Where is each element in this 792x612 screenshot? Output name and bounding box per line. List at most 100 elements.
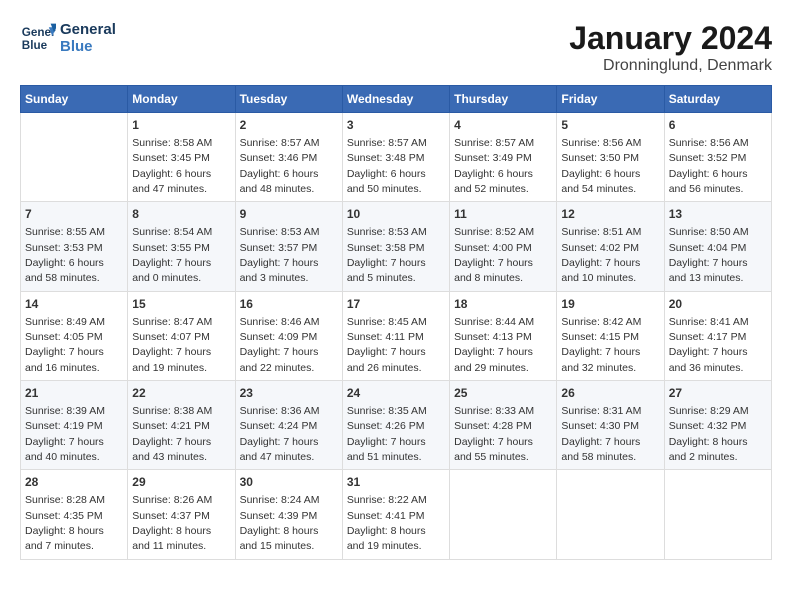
calendar-cell: 31 Sunrise: 8:22 AM Sunset: 4:41 PM Dayl… bbox=[342, 470, 449, 559]
daylight-info: Daylight: 7 hours and 51 minutes. bbox=[347, 436, 426, 463]
sunrise-info: Sunrise: 8:42 AM bbox=[561, 316, 641, 328]
calendar-body: 1 Sunrise: 8:58 AM Sunset: 3:45 PM Dayli… bbox=[21, 113, 772, 560]
sunrise-info: Sunrise: 8:56 AM bbox=[669, 137, 749, 149]
sunset-info: Sunset: 4:37 PM bbox=[132, 510, 210, 522]
col-monday: Monday bbox=[128, 86, 235, 113]
daylight-info: Daylight: 6 hours and 58 minutes. bbox=[25, 257, 104, 284]
page-subtitle: Dronninglund, Denmark bbox=[569, 57, 772, 75]
calendar-header: Sunday Monday Tuesday Wednesday Thursday… bbox=[21, 86, 772, 113]
sunrise-info: Sunrise: 8:45 AM bbox=[347, 316, 427, 328]
sunrise-info: Sunrise: 8:46 AM bbox=[240, 316, 320, 328]
sunset-info: Sunset: 3:52 PM bbox=[669, 152, 747, 164]
daylight-info: Daylight: 7 hours and 29 minutes. bbox=[454, 346, 533, 373]
sunrise-info: Sunrise: 8:29 AM bbox=[669, 405, 749, 417]
page-header: General Blue General Blue January 2024 D… bbox=[20, 20, 772, 75]
daylight-info: Daylight: 7 hours and 22 minutes. bbox=[240, 346, 319, 373]
daylight-info: Daylight: 8 hours and 2 minutes. bbox=[669, 436, 748, 463]
daylight-info: Daylight: 7 hours and 16 minutes. bbox=[25, 346, 104, 373]
day-number: 11 bbox=[454, 206, 552, 223]
daylight-info: Daylight: 8 hours and 11 minutes. bbox=[132, 525, 211, 552]
calendar-cell: 4 Sunrise: 8:57 AM Sunset: 3:49 PM Dayli… bbox=[450, 113, 557, 202]
sunrise-info: Sunrise: 8:35 AM bbox=[347, 405, 427, 417]
daylight-info: Daylight: 7 hours and 26 minutes. bbox=[347, 346, 426, 373]
sunrise-info: Sunrise: 8:53 AM bbox=[347, 226, 427, 238]
calendar-week-row: 7 Sunrise: 8:55 AM Sunset: 3:53 PM Dayli… bbox=[21, 202, 772, 291]
day-number: 5 bbox=[561, 117, 659, 134]
calendar-cell bbox=[664, 470, 771, 559]
daylight-info: Daylight: 7 hours and 3 minutes. bbox=[240, 257, 319, 284]
svg-text:Blue: Blue bbox=[22, 39, 48, 52]
calendar-cell: 29 Sunrise: 8:26 AM Sunset: 4:37 PM Dayl… bbox=[128, 470, 235, 559]
sunset-info: Sunset: 3:48 PM bbox=[347, 152, 425, 164]
day-number: 4 bbox=[454, 117, 552, 134]
day-number: 16 bbox=[240, 296, 338, 313]
daylight-info: Daylight: 6 hours and 47 minutes. bbox=[132, 168, 211, 195]
sunset-info: Sunset: 3:46 PM bbox=[240, 152, 318, 164]
day-number: 7 bbox=[25, 206, 123, 223]
col-wednesday: Wednesday bbox=[342, 86, 449, 113]
daylight-info: Daylight: 7 hours and 43 minutes. bbox=[132, 436, 211, 463]
sunset-info: Sunset: 4:17 PM bbox=[669, 331, 747, 343]
daylight-info: Daylight: 7 hours and 40 minutes. bbox=[25, 436, 104, 463]
day-number: 1 bbox=[132, 117, 230, 134]
day-number: 12 bbox=[561, 206, 659, 223]
logo-text-line1: General bbox=[60, 21, 116, 38]
sunset-info: Sunset: 3:55 PM bbox=[132, 242, 210, 254]
title-block: January 2024 Dronninglund, Denmark bbox=[569, 20, 772, 75]
calendar-cell: 13 Sunrise: 8:50 AM Sunset: 4:04 PM Dayl… bbox=[664, 202, 771, 291]
calendar-cell: 27 Sunrise: 8:29 AM Sunset: 4:32 PM Dayl… bbox=[664, 381, 771, 470]
daylight-info: Daylight: 7 hours and 58 minutes. bbox=[561, 436, 640, 463]
calendar-cell: 5 Sunrise: 8:56 AM Sunset: 3:50 PM Dayli… bbox=[557, 113, 664, 202]
daylight-info: Daylight: 8 hours and 19 minutes. bbox=[347, 525, 426, 552]
daylight-info: Daylight: 6 hours and 50 minutes. bbox=[347, 168, 426, 195]
sunrise-info: Sunrise: 8:31 AM bbox=[561, 405, 641, 417]
day-number: 28 bbox=[25, 474, 123, 491]
day-number: 13 bbox=[669, 206, 767, 223]
day-number: 10 bbox=[347, 206, 445, 223]
sunrise-info: Sunrise: 8:28 AM bbox=[25, 494, 105, 506]
calendar-cell: 17 Sunrise: 8:45 AM Sunset: 4:11 PM Dayl… bbox=[342, 291, 449, 380]
day-number: 3 bbox=[347, 117, 445, 134]
daylight-info: Daylight: 6 hours and 54 minutes. bbox=[561, 168, 640, 195]
calendar-week-row: 14 Sunrise: 8:49 AM Sunset: 4:05 PM Dayl… bbox=[21, 291, 772, 380]
sunset-info: Sunset: 3:50 PM bbox=[561, 152, 639, 164]
daylight-info: Daylight: 7 hours and 55 minutes. bbox=[454, 436, 533, 463]
calendar-cell: 12 Sunrise: 8:51 AM Sunset: 4:02 PM Dayl… bbox=[557, 202, 664, 291]
calendar-cell: 15 Sunrise: 8:47 AM Sunset: 4:07 PM Dayl… bbox=[128, 291, 235, 380]
calendar-table: Sunday Monday Tuesday Wednesday Thursday… bbox=[20, 85, 772, 560]
sunset-info: Sunset: 4:07 PM bbox=[132, 331, 210, 343]
sunset-info: Sunset: 4:41 PM bbox=[347, 510, 425, 522]
calendar-cell bbox=[557, 470, 664, 559]
day-number: 27 bbox=[669, 385, 767, 402]
calendar-cell bbox=[450, 470, 557, 559]
calendar-week-row: 1 Sunrise: 8:58 AM Sunset: 3:45 PM Dayli… bbox=[21, 113, 772, 202]
sunset-info: Sunset: 4:39 PM bbox=[240, 510, 318, 522]
calendar-cell: 24 Sunrise: 8:35 AM Sunset: 4:26 PM Dayl… bbox=[342, 381, 449, 470]
calendar-cell: 6 Sunrise: 8:56 AM Sunset: 3:52 PM Dayli… bbox=[664, 113, 771, 202]
sunrise-info: Sunrise: 8:55 AM bbox=[25, 226, 105, 238]
day-number: 17 bbox=[347, 296, 445, 313]
daylight-info: Daylight: 7 hours and 19 minutes. bbox=[132, 346, 211, 373]
sunrise-info: Sunrise: 8:57 AM bbox=[454, 137, 534, 149]
sunset-info: Sunset: 4:09 PM bbox=[240, 331, 318, 343]
sunrise-info: Sunrise: 8:58 AM bbox=[132, 137, 212, 149]
calendar-cell: 16 Sunrise: 8:46 AM Sunset: 4:09 PM Dayl… bbox=[235, 291, 342, 380]
day-number: 6 bbox=[669, 117, 767, 134]
sunrise-info: Sunrise: 8:33 AM bbox=[454, 405, 534, 417]
daylight-info: Daylight: 7 hours and 47 minutes. bbox=[240, 436, 319, 463]
calendar-cell: 14 Sunrise: 8:49 AM Sunset: 4:05 PM Dayl… bbox=[21, 291, 128, 380]
sunset-info: Sunset: 4:28 PM bbox=[454, 420, 532, 432]
sunset-info: Sunset: 4:32 PM bbox=[669, 420, 747, 432]
sunrise-info: Sunrise: 8:52 AM bbox=[454, 226, 534, 238]
col-thursday: Thursday bbox=[450, 86, 557, 113]
sunrise-info: Sunrise: 8:49 AM bbox=[25, 316, 105, 328]
sunrise-info: Sunrise: 8:41 AM bbox=[669, 316, 749, 328]
calendar-cell bbox=[21, 113, 128, 202]
sunset-info: Sunset: 4:04 PM bbox=[669, 242, 747, 254]
daylight-info: Daylight: 7 hours and 5 minutes. bbox=[347, 257, 426, 284]
daylight-info: Daylight: 8 hours and 7 minutes. bbox=[25, 525, 104, 552]
calendar-cell: 9 Sunrise: 8:53 AM Sunset: 3:57 PM Dayli… bbox=[235, 202, 342, 291]
day-number: 22 bbox=[132, 385, 230, 402]
calendar-week-row: 28 Sunrise: 8:28 AM Sunset: 4:35 PM Dayl… bbox=[21, 470, 772, 559]
day-number: 24 bbox=[347, 385, 445, 402]
